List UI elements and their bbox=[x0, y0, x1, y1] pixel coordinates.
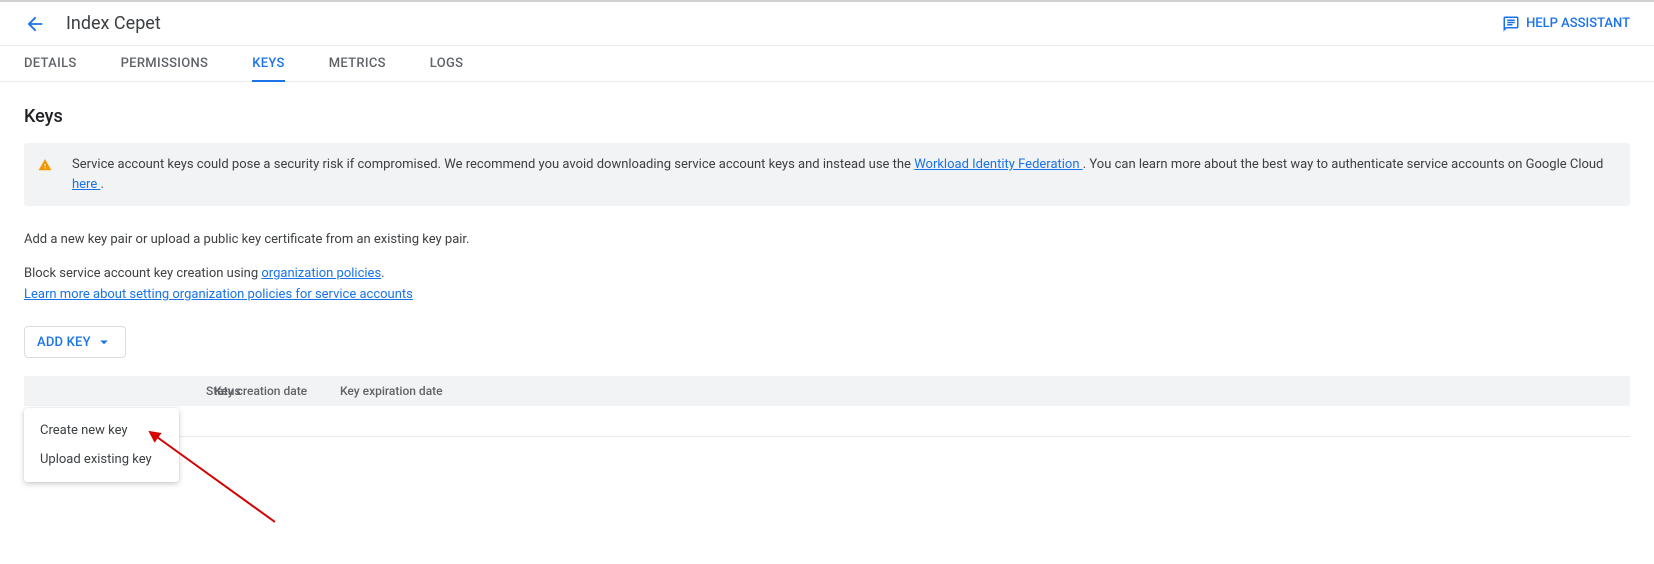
col-status: Status bbox=[34, 384, 214, 398]
link-learn-more-org-policies[interactable]: Learn more about setting organization po… bbox=[24, 287, 1630, 302]
help-assistant-label: HELP ASSISTANT bbox=[1526, 16, 1630, 31]
page-title: Index Cepet bbox=[66, 13, 161, 34]
tab-details[interactable]: DETAILS bbox=[24, 46, 77, 82]
help-assistant-button[interactable]: HELP ASSISTANT bbox=[1502, 15, 1630, 33]
tab-keys[interactable]: KEYS bbox=[252, 46, 284, 82]
block-text: Block service account key creation using bbox=[24, 266, 261, 281]
warning-icon bbox=[38, 158, 52, 179]
content-area: Keys Service account keys could pose a s… bbox=[0, 82, 1654, 437]
col-created: Key creation date bbox=[214, 384, 340, 398]
link-workload-identity[interactable]: Workload Identity Federation bbox=[914, 157, 1083, 172]
tab-permissions[interactable]: PERMISSIONS bbox=[121, 46, 209, 82]
tabs-bar: DETAILS PERMISSIONS KEYS METRICS LOGS bbox=[0, 46, 1654, 82]
col-expires: Key expiration date bbox=[340, 384, 510, 398]
link-org-policies[interactable]: organization policies bbox=[261, 266, 381, 281]
warning-box: Service account keys could pose a securi… bbox=[24, 143, 1630, 206]
warning-text: Service account keys could pose a securi… bbox=[72, 155, 1616, 194]
block-text-line: Block service account key creation using… bbox=[24, 264, 1630, 284]
tab-metrics[interactable]: METRICS bbox=[329, 46, 386, 82]
header-bar: Index Cepet HELP ASSISTANT bbox=[0, 2, 1654, 46]
section-heading-keys: Keys bbox=[24, 106, 1630, 127]
warning-text-1: Service account keys could pose a securi… bbox=[72, 157, 914, 172]
tab-logs[interactable]: LOGS bbox=[430, 46, 464, 82]
chat-icon bbox=[1502, 15, 1520, 33]
table-divider bbox=[24, 436, 1630, 437]
back-arrow-icon[interactable] bbox=[24, 13, 46, 35]
warning-text-3: . bbox=[100, 177, 103, 192]
link-here[interactable]: here bbox=[72, 177, 100, 192]
add-key-button[interactable]: ADD KEY bbox=[24, 326, 126, 358]
block-suffix: . bbox=[381, 266, 384, 281]
menu-create-new-key[interactable]: Create new key bbox=[24, 416, 179, 445]
warning-text-2: . You can learn more about the best way … bbox=[1083, 157, 1604, 172]
menu-upload-existing-key[interactable]: Upload existing key bbox=[24, 445, 179, 474]
add-key-label: ADD KEY bbox=[37, 335, 91, 350]
desc-text: Add a new key pair or upload a public ke… bbox=[24, 230, 1630, 250]
chevron-down-icon bbox=[95, 333, 113, 351]
add-key-dropdown: Create new key Upload existing key bbox=[24, 408, 179, 482]
keys-table-header: Status Key creation date Key expiration … bbox=[24, 376, 1630, 406]
